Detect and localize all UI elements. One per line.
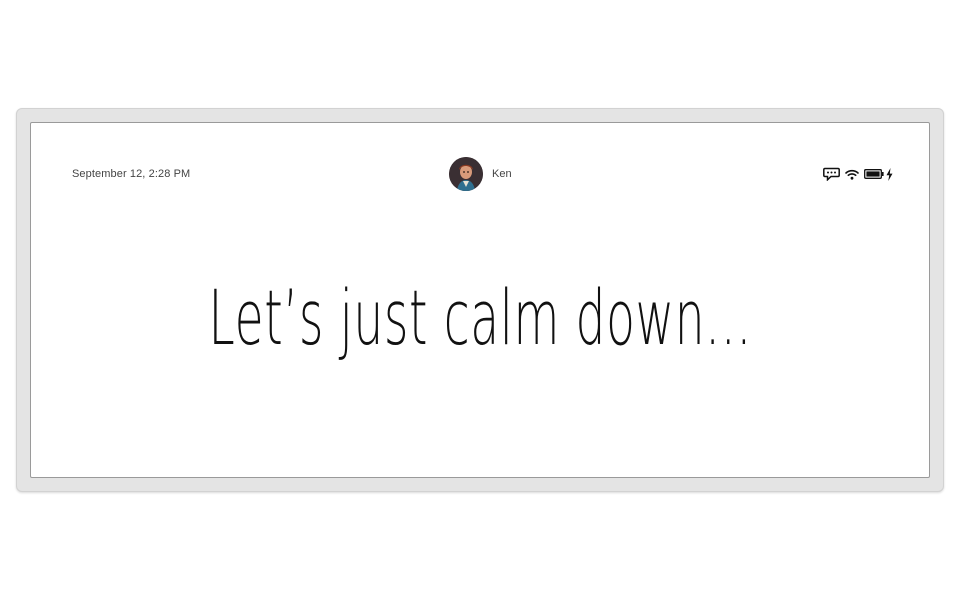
datetime-label: September 12, 2:28 PM (72, 168, 191, 180)
main-message-text: Let’s just calm down... (208, 273, 752, 362)
device-frame: September 12, 2:28 PM Ken Let’s just cal… (16, 108, 944, 492)
username-label: Ken (492, 168, 512, 180)
wifi-icon[interactable] (845, 169, 859, 180)
status-icons (818, 166, 893, 182)
user-avatar-icon (449, 157, 483, 191)
status-bar: September 12, 2:28 PM Ken (31, 156, 929, 192)
charging-bolt-icon (886, 167, 893, 181)
battery-icon (864, 169, 884, 179)
message-icon[interactable] (823, 167, 840, 181)
device-screen: September 12, 2:28 PM Ken Let’s just cal… (30, 122, 930, 478)
avatar[interactable] (449, 157, 483, 191)
main-message: Let’s just calm down... (31, 273, 929, 363)
user-profile[interactable]: Ken (449, 156, 512, 192)
